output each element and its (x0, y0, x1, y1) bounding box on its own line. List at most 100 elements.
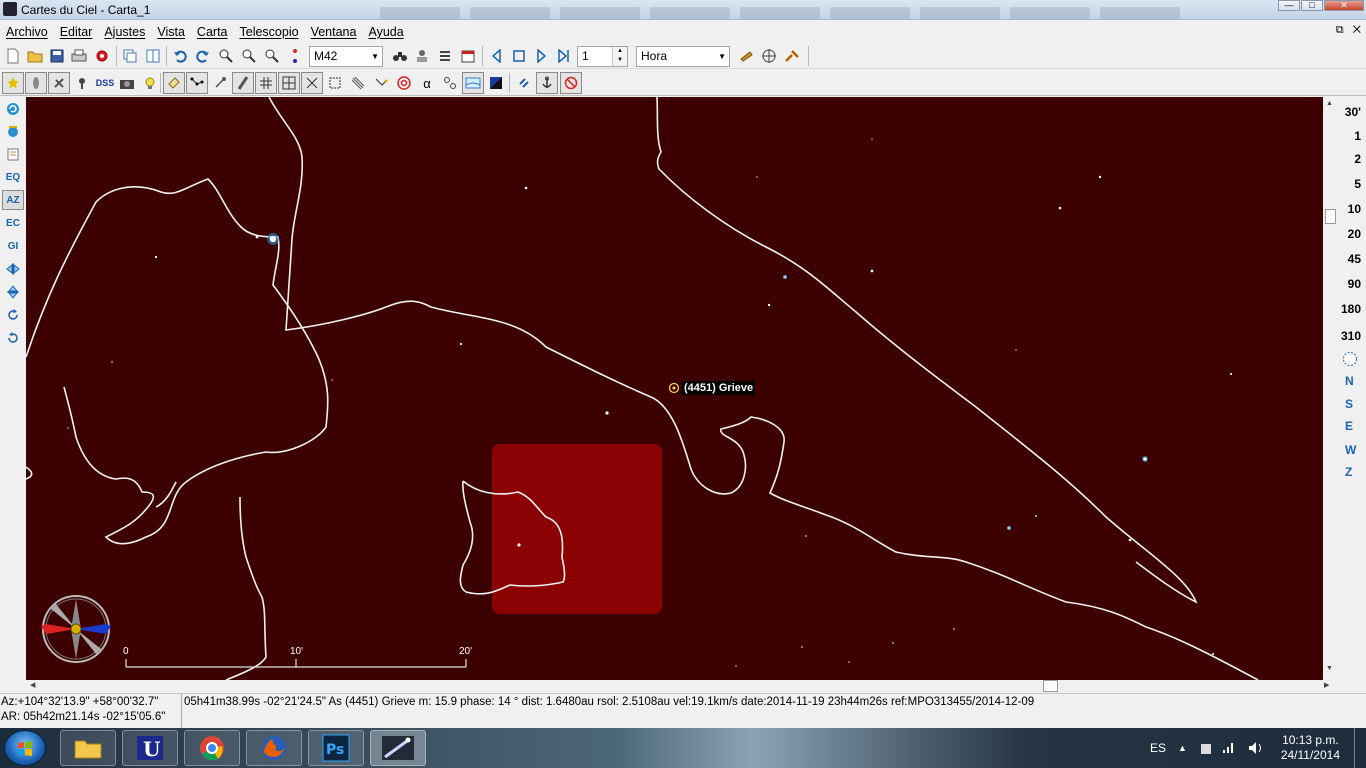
grid-icon[interactable] (255, 72, 277, 94)
spin-arrows-icon[interactable]: ▲ ▼ (612, 47, 627, 66)
scroll-down-icon[interactable]: ▼ (1326, 665, 1333, 672)
tools-icon[interactable] (781, 45, 803, 67)
milky-way-icon[interactable] (232, 72, 254, 94)
horizon-icon[interactable] (462, 72, 484, 94)
asteroid-icon[interactable] (209, 72, 231, 94)
stop-icon[interactable] (508, 45, 530, 67)
fov-button-30min[interactable]: 30' (1345, 105, 1361, 119)
horizontal-scroll-thumb[interactable] (1043, 680, 1058, 692)
constellation-lines-icon[interactable] (186, 72, 208, 94)
maximize-button[interactable]: □ (1301, 0, 1323, 11)
view-west-button[interactable]: W (1345, 443, 1356, 457)
save-icon[interactable] (46, 45, 68, 67)
alpha-icon[interactable]: α (416, 72, 438, 94)
nebula-icon[interactable] (25, 72, 47, 94)
comet-icon[interactable] (347, 72, 369, 94)
refresh-icon[interactable] (2, 99, 24, 119)
scroll-right-icon[interactable]: ▶ (1324, 681, 1329, 689)
fov-button-20[interactable]: 20 (1348, 227, 1361, 241)
asteroid-label[interactable]: (4451) Grieve (682, 381, 756, 395)
vertical-scrollbar[interactable]: ▲ ▼ (1323, 97, 1337, 680)
taskbar-chrome[interactable] (184, 730, 240, 766)
rotate-left-icon[interactable] (2, 328, 24, 348)
settings-gear-icon[interactable] (91, 45, 113, 67)
scope-mark-icon[interactable] (370, 72, 392, 94)
no-obstacle-icon[interactable] (560, 72, 582, 94)
step-forward-icon[interactable] (553, 45, 575, 67)
copy-window-icon[interactable] (119, 45, 141, 67)
binoculars-icon[interactable] (389, 45, 411, 67)
undo-icon[interactable] (169, 45, 191, 67)
start-button[interactable] (4, 730, 46, 766)
calendar-icon[interactable] (457, 45, 479, 67)
stars-icon[interactable] (2, 72, 24, 94)
zoom-globe-icon[interactable] (2, 121, 24, 141)
fov-button-180[interactable]: 180 (1341, 302, 1361, 316)
projection-ec-button[interactable]: EC (2, 213, 24, 233)
flip-vertical-icon[interactable] (2, 282, 24, 302)
list-icon[interactable] (434, 45, 456, 67)
time-unit-select[interactable]: Hora ▼ (636, 46, 730, 67)
camera-icon[interactable] (116, 72, 138, 94)
boundaries-icon[interactable] (324, 72, 346, 94)
zoom-in-icon[interactable] (215, 45, 237, 67)
menu-telescopio[interactable]: Telescopio (234, 25, 305, 39)
menu-vista[interactable]: Vista (151, 25, 191, 39)
close-button[interactable]: ✕ (1324, 0, 1364, 11)
target-icon[interactable] (758, 45, 780, 67)
telescope-icon[interactable] (735, 45, 757, 67)
fov-button-5[interactable]: 5 (1354, 177, 1361, 191)
fov-button-90[interactable]: 90 (1348, 277, 1361, 291)
sky-chart[interactable]: (4451) Grieve 0 10' 20' (26, 97, 1323, 680)
galaxy-icon[interactable] (48, 72, 70, 94)
horizontal-scrollbar[interactable]: ◀ ▶ (26, 680, 1337, 693)
taskbar-photoshop[interactable]: Ps (308, 730, 364, 766)
fov-button-45[interactable]: 45 (1348, 252, 1361, 266)
print-icon[interactable] (68, 45, 90, 67)
view-north-button[interactable]: N (1345, 374, 1354, 388)
menu-ventana[interactable]: Ventana (305, 25, 363, 39)
notepad-icon[interactable] (2, 144, 24, 164)
scroll-left-icon[interactable]: ◀ (30, 681, 35, 689)
bullseye-icon[interactable] (393, 72, 415, 94)
fov-button-10[interactable]: 10 (1348, 202, 1361, 216)
link-icon[interactable] (513, 72, 535, 94)
fov-button-2[interactable]: 2 (1354, 152, 1361, 166)
taskbar-cartes-du-ciel[interactable] (370, 730, 426, 766)
search-object-combo[interactable]: M42 ▼ (309, 46, 383, 67)
anchor-icon[interactable] (536, 72, 558, 94)
rotate-right-icon[interactable] (2, 305, 24, 325)
language-indicator[interactable]: ES (1150, 728, 1166, 768)
menu-editar[interactable]: Editar (54, 25, 99, 39)
lightbulb-icon[interactable] (139, 72, 161, 94)
open-folder-icon[interactable] (24, 45, 46, 67)
minimize-button[interactable]: — (1278, 0, 1300, 11)
split-window-icon[interactable] (142, 45, 164, 67)
play-forward-icon[interactable] (531, 45, 553, 67)
dss-button[interactable]: DSS (94, 72, 116, 94)
show-desktop-button[interactable] (1354, 728, 1366, 768)
flip-horizontal-icon[interactable] (2, 259, 24, 279)
taskbar-explorer[interactable] (60, 730, 116, 766)
projection-gl-button[interactable]: GI (2, 236, 24, 256)
tray-expand-icon[interactable]: ▲ (1178, 728, 1187, 768)
all-sky-icon[interactable] (1342, 351, 1358, 370)
menu-archivo[interactable]: Archivo (0, 25, 54, 39)
new-icon[interactable] (2, 45, 24, 67)
zoom-out-icon[interactable] (238, 45, 260, 67)
night-mode-icon[interactable] (485, 72, 507, 94)
zoom-fit-icon[interactable] (261, 45, 283, 67)
find-object-icon[interactable] (284, 45, 306, 67)
menu-carta[interactable]: Carta (191, 25, 234, 39)
view-south-button[interactable]: S (1345, 397, 1353, 411)
eq-grid-icon[interactable] (278, 72, 300, 94)
projection-eq-button[interactable]: EQ (2, 167, 24, 187)
taskbar-firefox[interactable] (246, 730, 302, 766)
system-clock[interactable]: 10:13 p.m. 24/11/2014 (1281, 733, 1340, 763)
scroll-up-icon[interactable]: ▲ (1326, 100, 1333, 107)
labels-icon[interactable] (163, 72, 185, 94)
step-back-icon[interactable] (485, 45, 507, 67)
constellation-figure-icon[interactable] (301, 72, 323, 94)
asteroid-marker-icon[interactable] (668, 382, 680, 394)
taskbar-u-app[interactable]: U (122, 730, 178, 766)
